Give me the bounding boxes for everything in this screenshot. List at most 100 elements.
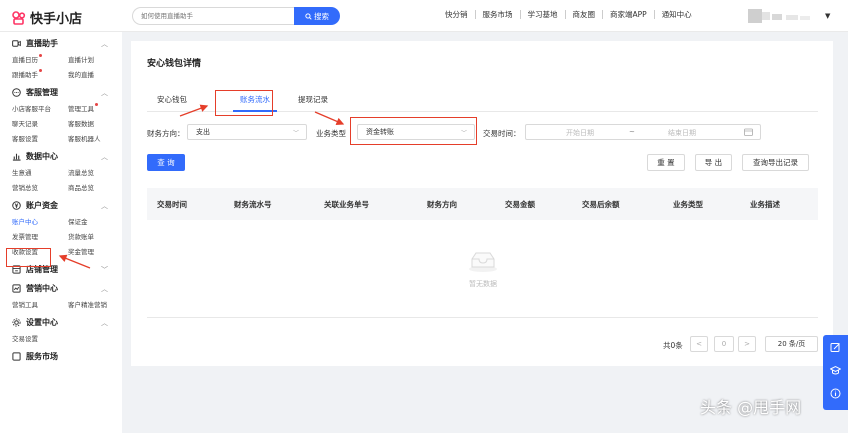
- sidebar-group-title: 设置中心: [26, 318, 58, 327]
- export-records-button[interactable]: 查询导出记录: [742, 154, 809, 171]
- sidebar-item-trade-settings[interactable]: 交易设置: [0, 333, 56, 343]
- chevron-down-icon: ﹀: [101, 266, 108, 274]
- sidebar-group-customer-service: 客服管理 ︿ 小店客服平台 管理工具 聊天记录 客服数据 客服设置 客服机器人: [0, 85, 122, 145]
- column-trade-time: 交易时间: [157, 200, 187, 209]
- direction-select-value: 支出: [196, 128, 210, 136]
- sidebar-item-account-center[interactable]: 账户中心: [0, 216, 56, 226]
- search-icon: [305, 12, 312, 20]
- column-business-type: 业务类型: [673, 200, 703, 209]
- sidebar-item-chat-records[interactable]: 聊天记录: [0, 118, 56, 128]
- topnav-merchant-app[interactable]: 商家端APP: [602, 10, 654, 19]
- sidebar-item-my-live[interactable]: 我的直播: [56, 69, 112, 79]
- sidebar-group-header[interactable]: 直播助手 ︿: [0, 36, 122, 51]
- account-dropdown-icon[interactable]: ▼: [825, 12, 830, 20]
- chevron-up-icon: ︿: [101, 153, 108, 161]
- reset-button[interactable]: 重 置: [647, 154, 685, 171]
- sidebar-group-service-market: 服务市场: [0, 349, 122, 364]
- sidebar-item-cs-data[interactable]: 客服数据: [56, 118, 112, 128]
- pagination-next-button[interactable]: >: [738, 336, 756, 352]
- live-icon: [12, 40, 21, 47]
- sidebar-group-header[interactable]: 服务市场: [0, 349, 122, 364]
- user-avatar[interactable]: [748, 9, 818, 23]
- chevron-up-icon: ︿: [101, 40, 108, 48]
- app-title: 快手小店: [30, 12, 83, 27]
- date-range-picker[interactable]: 开始日期 ~ 结束日期: [525, 124, 761, 140]
- sidebar-item-label: 直播日历: [12, 55, 38, 64]
- sidebar-group-header[interactable]: 客服管理 ︿: [0, 85, 122, 100]
- end-date-placeholder[interactable]: 结束日期: [668, 128, 696, 138]
- sidebar-group-title: 直播助手: [26, 39, 58, 48]
- direction-select[interactable]: 支出 ﹀: [187, 124, 307, 140]
- pagination-total: 共0条: [663, 341, 683, 350]
- pagination-prev-button[interactable]: <: [690, 336, 708, 352]
- page-size-select[interactable]: 20 条/页: [765, 336, 818, 352]
- new-badge-dot: [39, 68, 42, 72]
- table-header: 交易时间 财务流水号 关联业务单号 财务方向 交易金额 交易后余额 业务类型 业…: [147, 188, 818, 220]
- search-box: 搜索: [132, 7, 340, 25]
- column-flow-number: 财务流水号: [234, 200, 272, 209]
- start-date-placeholder[interactable]: 开始日期: [566, 128, 594, 138]
- date-range-separator: ~: [629, 128, 635, 136]
- search-input[interactable]: [132, 7, 294, 25]
- sidebar-group-marketing-center: 营销中心 ︿ 营销工具 客户精准营销: [0, 281, 122, 311]
- sidebar-group-title: 服务市场: [26, 352, 58, 361]
- sidebar-group-header[interactable]: 账户资金 ︿: [0, 198, 122, 213]
- service-market-icon: [12, 352, 21, 361]
- column-business-desc: 业务描述: [750, 200, 780, 209]
- tab-wallet[interactable]: 安心钱包: [157, 94, 187, 105]
- topnav-merchant-circle[interactable]: 商友圈: [564, 10, 603, 19]
- sidebar-item-marketing-tools[interactable]: 营销工具: [0, 299, 56, 309]
- sidebar-group-header[interactable]: 营销中心 ︿: [0, 281, 122, 296]
- info-icon[interactable]: [830, 388, 841, 399]
- new-badge-dot: [39, 53, 42, 57]
- sidebar-group-header[interactable]: 数据中心 ︿: [0, 149, 122, 164]
- sidebar-item-cs-settings[interactable]: 客服设置: [0, 133, 56, 143]
- sidebar-item-invoice-management[interactable]: 发票管理: [0, 231, 56, 241]
- sidebar-item-bonus-management[interactable]: 奖金管理: [56, 246, 112, 256]
- sidebar-item-live-assistant[interactable]: 跟播助手: [0, 68, 56, 79]
- sidebar-item-live-plan[interactable]: 直播计划: [56, 54, 112, 64]
- sidebar-item-product-overview[interactable]: 商品总览: [56, 182, 112, 192]
- new-badge-dot: [95, 102, 98, 106]
- pagination-page-input[interactable]: 0: [714, 336, 734, 352]
- empty-state-text: 暂无数据: [469, 280, 497, 288]
- watermark: 头条 @甩手网: [700, 398, 802, 417]
- sidebar-group-title: 客服管理: [26, 88, 58, 97]
- bar-chart-icon: [12, 153, 21, 161]
- sidebar-item-shengyitong[interactable]: 生意通: [0, 167, 56, 177]
- app-logo[interactable]: 快手小店: [12, 8, 82, 27]
- export-button[interactable]: 导 出: [695, 154, 732, 171]
- page-title: 安心钱包详情: [147, 59, 202, 69]
- topnav-kuaifenxiao[interactable]: 快分销: [438, 10, 475, 19]
- table-bottom-border: [147, 317, 818, 318]
- sidebar-group-live: 直播助手 ︿ 直播日历 直播计划 跟播助手 我的直播: [0, 36, 122, 81]
- chevron-up-icon: ︿: [101, 285, 108, 293]
- chevron-up-icon: ︿: [101, 89, 108, 97]
- sidebar-item-deposit[interactable]: 保证金: [56, 216, 112, 226]
- sidebar-item-cs-platform[interactable]: 小店客服平台: [0, 103, 56, 113]
- topnav-service-market[interactable]: 服务市场: [474, 10, 520, 19]
- sidebar-item-marketing-overview[interactable]: 营销总览: [0, 182, 56, 192]
- sidebar-item-traffic-overview[interactable]: 流量总览: [56, 167, 112, 177]
- direction-label: 财务方向：: [147, 129, 185, 138]
- edit-feedback-icon[interactable]: [830, 342, 841, 353]
- sidebar-item-label: 跟播助手: [12, 70, 38, 79]
- sidebar-group-title: 数据中心: [26, 152, 58, 161]
- query-button[interactable]: 查 询: [147, 154, 185, 171]
- sidebar-item-management-tools[interactable]: 管理工具: [56, 102, 112, 113]
- calendar-icon: [744, 128, 753, 136]
- highlight-account-center: [6, 248, 51, 267]
- sidebar-group-header[interactable]: 设置中心 ︿: [0, 315, 122, 330]
- sidebar-item-live-calendar[interactable]: 直播日历: [0, 53, 56, 64]
- search-button[interactable]: 搜索: [294, 7, 340, 25]
- topnav-notification-center[interactable]: 通知中心: [653, 10, 699, 19]
- tab-withdraw-records[interactable]: 提现记录: [298, 94, 328, 105]
- sidebar-item-payment-bill[interactable]: 货款账单: [56, 231, 112, 241]
- kuaishou-logo-icon: [12, 10, 26, 25]
- chevron-up-icon: ︿: [101, 202, 108, 210]
- topnav-learning-base[interactable]: 学习基地: [519, 10, 565, 19]
- highlight-business-type-select: [350, 117, 477, 145]
- graduation-cap-icon[interactable]: [830, 365, 841, 376]
- sidebar-item-cs-robot[interactable]: 客服机器人: [56, 133, 112, 143]
- sidebar-item-precision-marketing[interactable]: 客户精准营销: [56, 299, 112, 309]
